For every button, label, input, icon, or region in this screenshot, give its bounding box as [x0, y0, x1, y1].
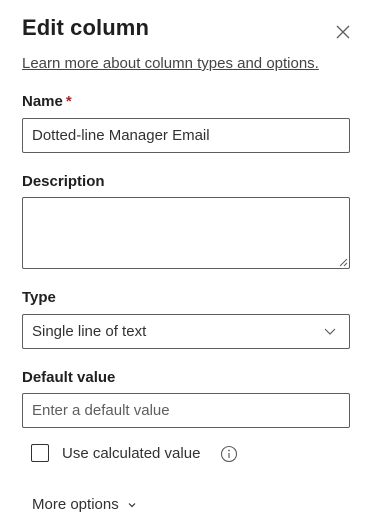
- use-calculated-label: Use calculated value: [62, 445, 201, 462]
- more-options-button[interactable]: More options: [32, 496, 137, 513]
- description-label: Description: [22, 173, 105, 190]
- panel-title: Edit column: [22, 15, 149, 40]
- learn-more-link[interactable]: Learn more about column types and option…: [22, 55, 319, 72]
- chevron-down-icon: [128, 502, 136, 507]
- info-button[interactable]: [220, 445, 238, 463]
- edit-column-panel: Edit column Learn more about column type…: [0, 0, 367, 524]
- default-value-input[interactable]: [32, 402, 349, 419]
- description-textarea[interactable]: [22, 197, 350, 269]
- info-icon: [220, 445, 238, 463]
- name-input[interactable]: [32, 127, 349, 144]
- close-button[interactable]: [331, 20, 355, 44]
- more-options-label: More options: [32, 496, 119, 513]
- chevron-down-icon: [324, 328, 336, 335]
- close-icon: [336, 25, 350, 39]
- type-selected-value: Single line of text: [32, 323, 147, 340]
- required-marker: *: [65, 93, 72, 110]
- name-label: Name *: [22, 93, 72, 110]
- name-field-box: [22, 118, 350, 153]
- type-label: Type: [22, 289, 56, 306]
- type-dropdown[interactable]: Single line of text: [22, 314, 350, 349]
- default-value-box: [22, 393, 350, 428]
- use-calculated-checkbox[interactable]: [31, 444, 49, 462]
- default-value-label: Default value: [22, 369, 116, 386]
- resize-grip-icon[interactable]: [338, 257, 348, 267]
